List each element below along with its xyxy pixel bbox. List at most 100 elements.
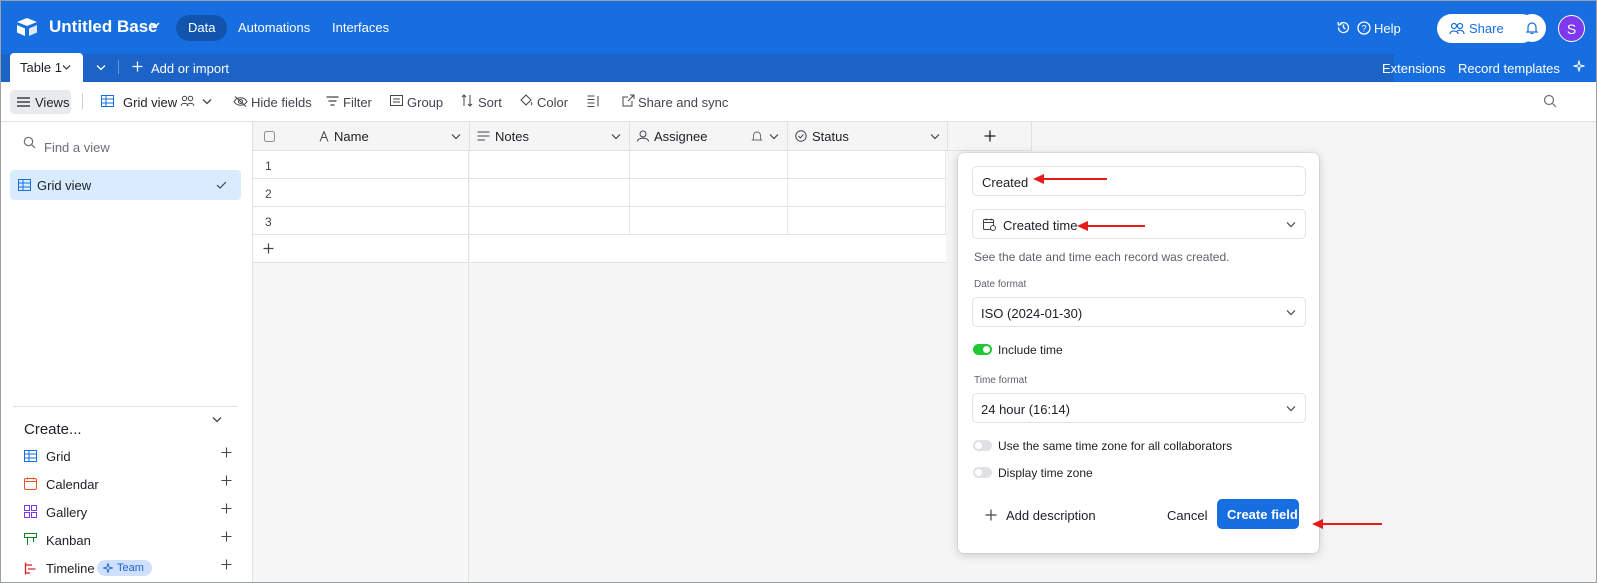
svg-text:?: ? <box>1361 24 1366 34</box>
table-cell[interactable] <box>788 179 946 207</box>
table-row[interactable]: 2 <box>253 179 469 207</box>
airtable-logo-icon[interactable] <box>15 16 39 38</box>
hide-fields-button[interactable]: Hide fields <box>251 95 312 110</box>
share-and-sync-button[interactable]: Share and sync <box>638 95 728 110</box>
add-description-button[interactable]: Add description <box>1006 508 1096 523</box>
grid-area: Name Notes Assignee Status 1 2 3 <box>253 122 1596 582</box>
table-cell[interactable] <box>788 151 946 179</box>
bell-icon <box>1525 22 1539 35</box>
plus-icon[interactable] <box>221 559 232 570</box>
text-field-icon <box>319 131 329 142</box>
create-timeline-row[interactable]: Timeline Team <box>24 559 238 579</box>
column-title: Name <box>334 129 369 144</box>
checkbox-icon[interactable] <box>264 131 275 142</box>
column-header-status[interactable]: Status <box>788 122 948 151</box>
table-cell[interactable] <box>470 151 630 179</box>
create-grid-row[interactable]: Grid <box>24 447 238 467</box>
chevron-down-icon[interactable] <box>611 133 621 140</box>
find-view-input[interactable]: Find a view <box>44 140 110 155</box>
help-link[interactable]: Help <box>1374 21 1401 36</box>
chevron-down-icon[interactable] <box>769 133 779 140</box>
history-icon[interactable] <box>1336 20 1351 35</box>
extensions-button[interactable]: Extensions <box>1382 61 1446 76</box>
plus-icon[interactable] <box>132 61 143 72</box>
nav-automations[interactable]: Automations <box>226 15 322 41</box>
plus-icon[interactable] <box>221 447 232 458</box>
chevron-down-icon[interactable] <box>212 416 222 423</box>
include-time-toggle[interactable] <box>973 344 992 355</box>
views-toggle-button[interactable]: Views <box>10 90 71 114</box>
chevron-down-icon[interactable] <box>451 133 461 140</box>
column-header-name[interactable]: Name <box>253 122 470 151</box>
filter-button[interactable]: Filter <box>343 95 372 110</box>
sort-button[interactable]: Sort <box>478 95 502 110</box>
divider <box>82 93 83 109</box>
grid-view-selector[interactable]: Grid view <box>123 95 177 110</box>
field-name-input[interactable]: Created <box>972 166 1306 196</box>
views-label: Views <box>35 95 70 110</box>
include-time-label: Include time <box>998 343 1063 357</box>
create-gallery-row[interactable]: Gallery <box>24 503 238 523</box>
time-format-select[interactable]: 24 hour (16:14) <box>972 393 1306 423</box>
table-cell[interactable] <box>470 207 630 235</box>
cancel-button[interactable]: Cancel <box>1167 508 1207 523</box>
create-section-title[interactable]: Create... <box>24 421 82 438</box>
notifications-button[interactable] <box>1518 14 1546 42</box>
search-icon[interactable] <box>1543 94 1557 108</box>
add-row-button[interactable] <box>253 235 469 263</box>
chevron-down-icon[interactable] <box>930 133 940 140</box>
plus-icon[interactable] <box>221 475 232 486</box>
chevron-down-icon[interactable] <box>202 98 212 105</box>
add-row-area[interactable] <box>470 235 946 263</box>
table-row[interactable]: 3 <box>253 207 469 235</box>
group-button[interactable]: Group <box>407 95 443 110</box>
table-cell[interactable] <box>630 151 788 179</box>
table-cell[interactable] <box>788 207 946 235</box>
column-header-notes[interactable]: Notes <box>470 122 630 151</box>
filter-icon <box>326 96 339 106</box>
user-avatar[interactable]: S <box>1558 15 1585 42</box>
sparkle-icon <box>1573 60 1585 72</box>
base-title[interactable]: Untitled Base <box>49 17 158 37</box>
color-button[interactable]: Color <box>537 95 568 110</box>
annotation-arrow <box>1077 221 1145 231</box>
table-cell[interactable] <box>470 179 630 207</box>
record-templates-button[interactable]: Record templates <box>1458 61 1560 76</box>
plus-icon <box>985 509 997 521</box>
hamburger-icon <box>17 97 30 107</box>
plus-icon[interactable] <box>221 503 232 514</box>
tab-label: Table 1 <box>20 60 62 75</box>
row-height-icon[interactable] <box>587 95 600 107</box>
add-field-button[interactable] <box>948 122 1032 151</box>
create-field-label: Create field <box>1227 507 1298 522</box>
table-cell[interactable] <box>630 207 788 235</box>
chevron-down-icon <box>1286 222 1296 228</box>
paint-bucket-icon <box>520 94 533 106</box>
date-format-select[interactable]: ISO (2024-01-30) <box>972 297 1306 327</box>
collaborators-icon[interactable] <box>180 95 195 107</box>
sidebar-item-grid-view[interactable]: Grid view <box>10 170 241 200</box>
create-calendar-row[interactable]: Calendar <box>24 475 238 495</box>
table-cell[interactable] <box>630 179 788 207</box>
column-header-assignee[interactable]: Assignee <box>630 122 788 151</box>
user-icon <box>637 130 649 142</box>
help-icon[interactable]: ? <box>1357 21 1371 35</box>
create-kanban-row[interactable]: Kanban <box>24 531 238 551</box>
team-badge: Team <box>97 560 152 576</box>
chevron-down-icon[interactable] <box>150 21 160 29</box>
same-timezone-toggle[interactable] <box>973 440 992 451</box>
tab-table-1[interactable]: Table 1 <box>10 53 83 82</box>
nav-interfaces[interactable]: Interfaces <box>320 15 401 41</box>
nav-data[interactable]: Data <box>176 15 228 41</box>
row-number: 3 <box>265 215 272 229</box>
table-row[interactable]: 1 <box>253 151 469 179</box>
chevron-down-icon[interactable] <box>96 64 106 71</box>
plus-icon[interactable] <box>221 531 232 542</box>
annotation-arrow <box>1033 174 1107 184</box>
grid-icon <box>24 450 37 462</box>
add-or-import-button[interactable]: Add or import <box>151 61 229 76</box>
create-field-button[interactable]: Create field <box>1217 499 1299 529</box>
chevron-down-icon[interactable] <box>62 64 71 71</box>
share-label: Share <box>1469 21 1504 36</box>
display-timezone-toggle[interactable] <box>973 467 992 478</box>
